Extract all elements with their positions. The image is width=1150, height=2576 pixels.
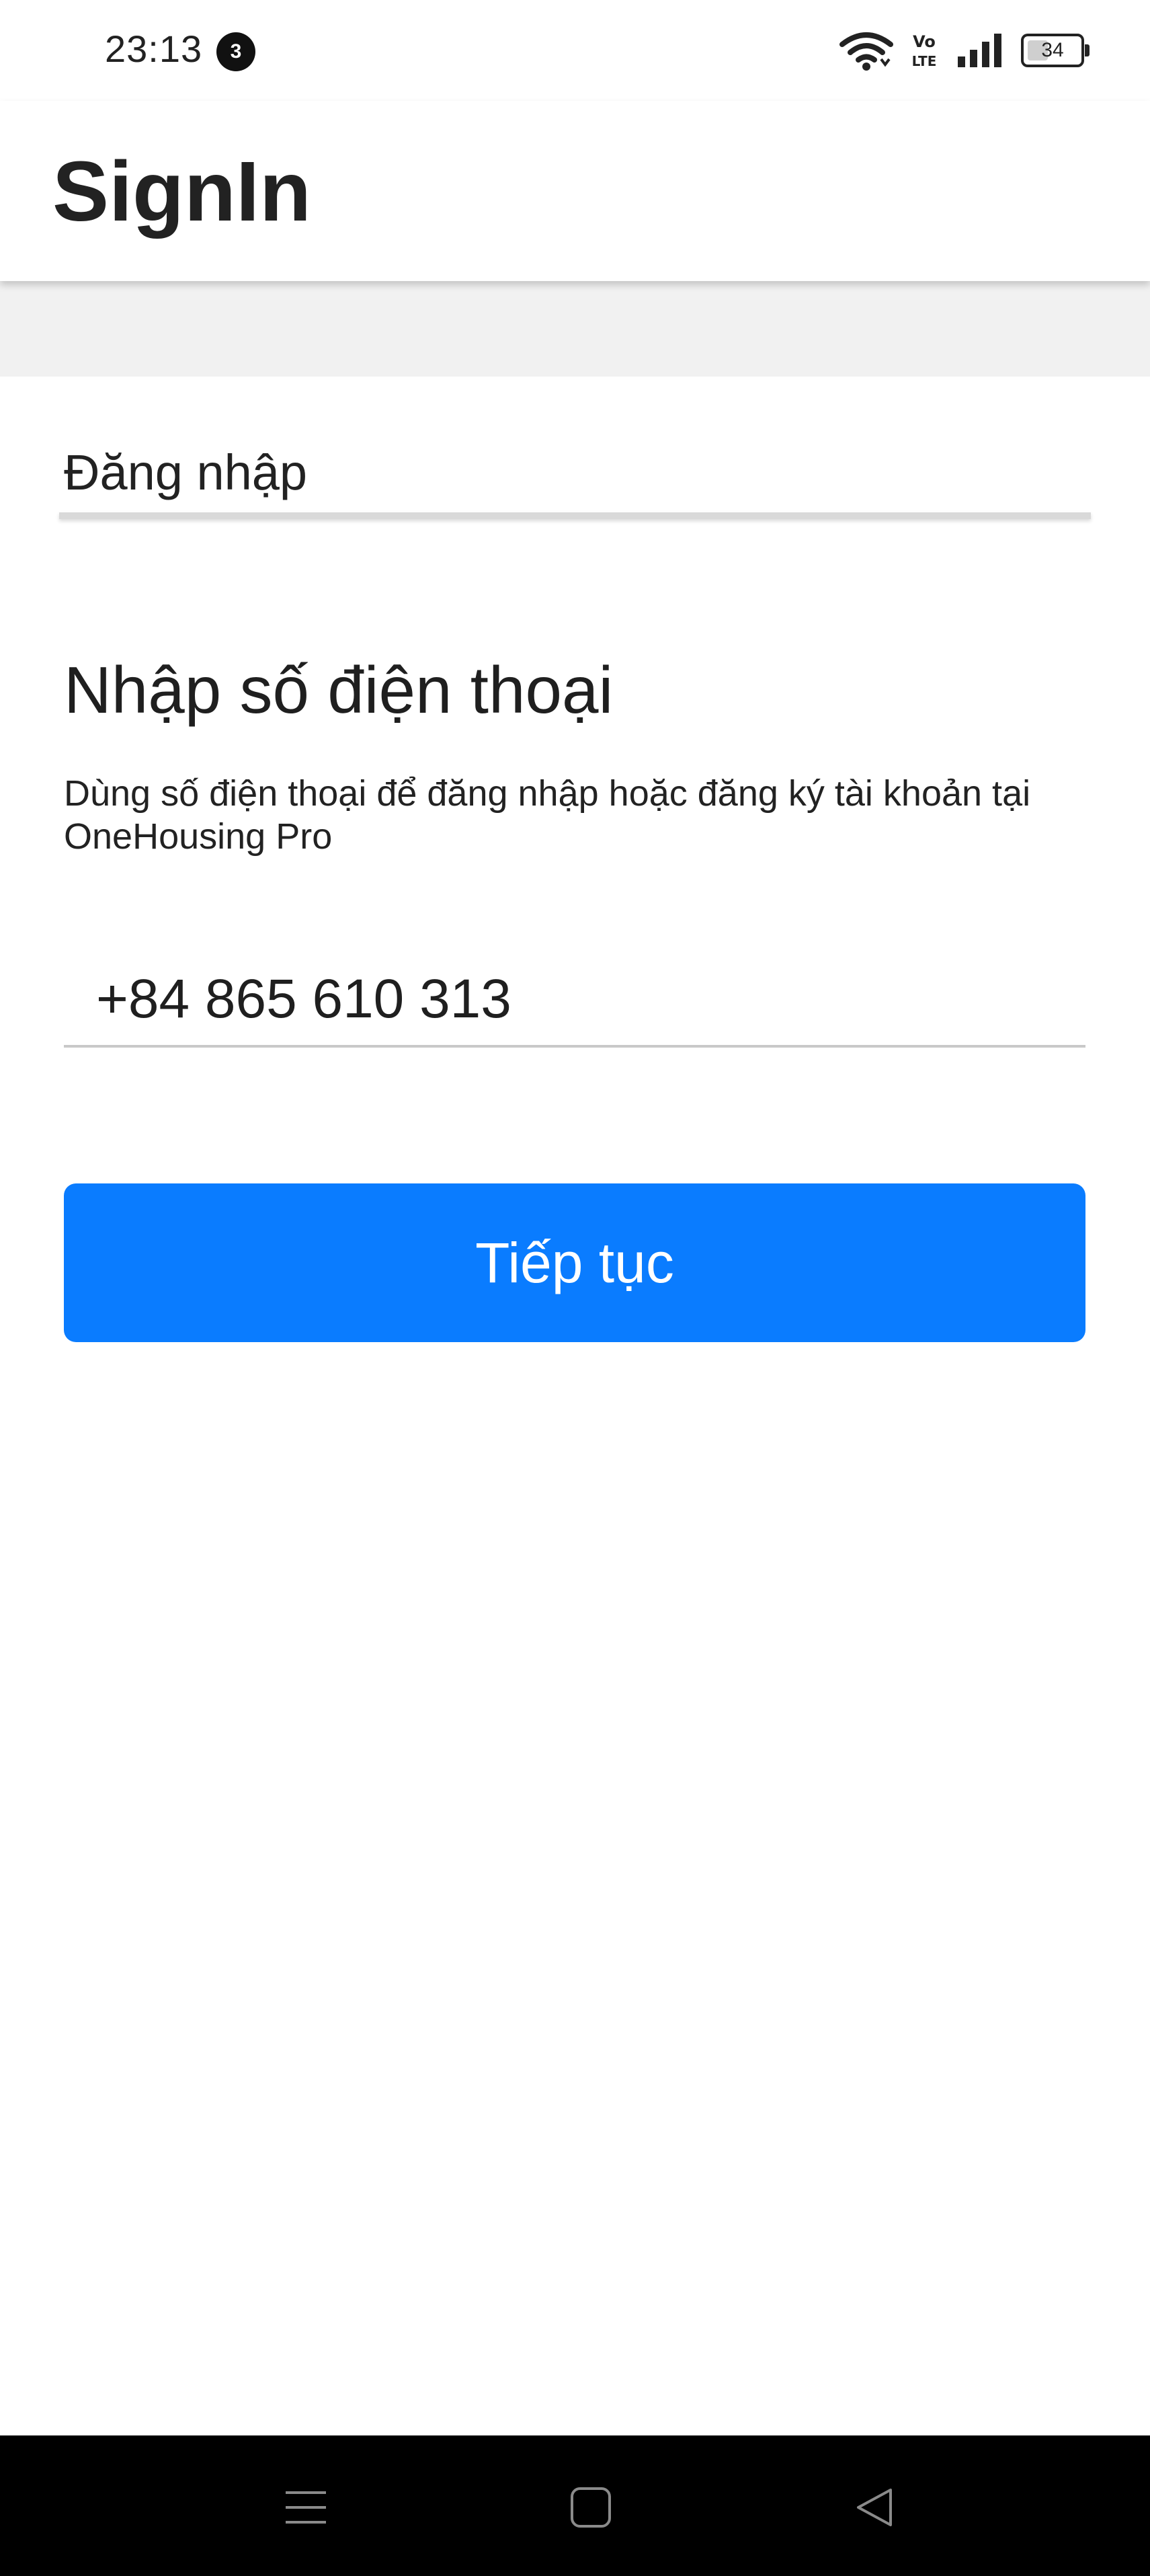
- status-time: 23:13: [105, 28, 203, 70]
- battery-icon: 34: [1021, 34, 1090, 67]
- wifi-icon: [839, 32, 893, 71]
- menu-icon: [286, 2491, 326, 2524]
- volte-icon: Vo LTE: [912, 32, 937, 69]
- back-icon: [857, 2489, 892, 2526]
- page-title: SignIn: [52, 144, 311, 239]
- notification-badge: 3: [216, 32, 255, 71]
- status-icons: Vo LTE 34: [839, 27, 1090, 74]
- volte-label-top: Vo: [913, 32, 936, 51]
- back-button[interactable]: [844, 2477, 905, 2538]
- signal-icon: [958, 34, 1001, 67]
- app-bar: SignIn: [0, 101, 1150, 281]
- phone-number-input[interactable]: [64, 953, 1085, 1048]
- header-divider-band: [0, 281, 1150, 377]
- battery-level: 34: [1041, 39, 1064, 61]
- menu-button[interactable]: [276, 2477, 336, 2538]
- sign-in-screen: 23:13 3 Vo LTE 34 SignIn Đăng nhập Nhập …: [0, 0, 1150, 2576]
- tab-indicator: [59, 512, 1091, 519]
- continue-button[interactable]: Tiếp tục: [64, 1183, 1085, 1342]
- status-bar: 23:13 3 Vo LTE 34: [0, 0, 1150, 101]
- home-button[interactable]: [561, 2477, 621, 2538]
- volte-label-bottom: LTE: [912, 53, 937, 69]
- phone-description: Dùng số điện thoại để đăng nhập hoặc đăn…: [64, 773, 1031, 857]
- phone-heading: Nhập số điện thoại: [64, 653, 614, 727]
- system-nav-bar: [0, 2435, 1150, 2576]
- home-icon: [571, 2487, 611, 2528]
- tab-sign-in[interactable]: Đăng nhập: [64, 444, 307, 501]
